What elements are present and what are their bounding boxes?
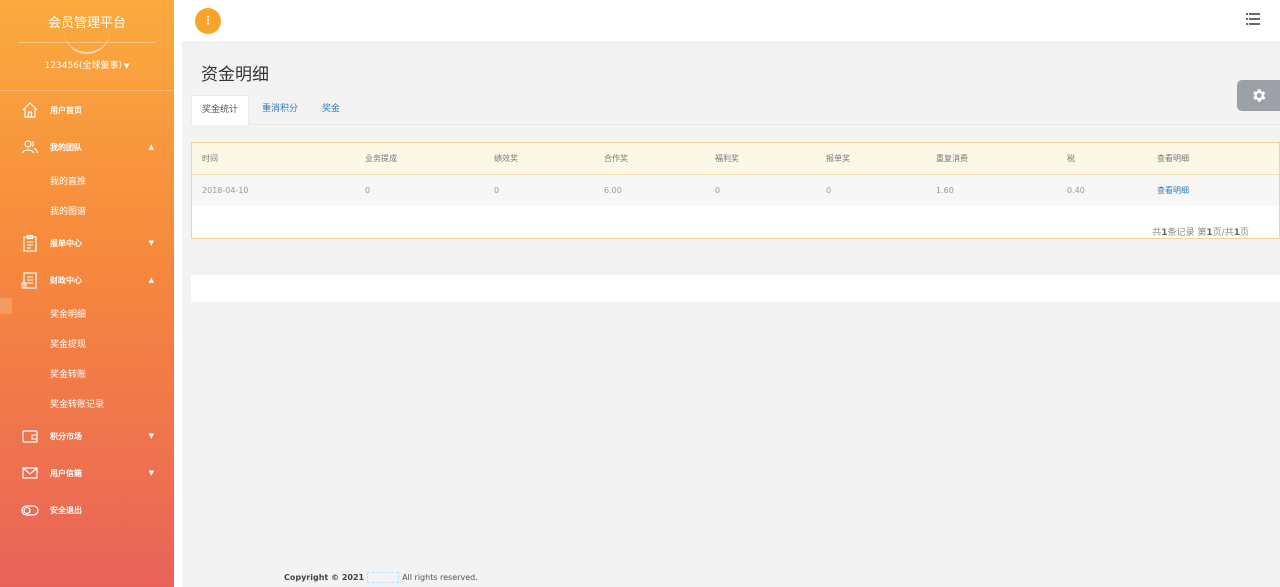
sidebar-item-label: 用户信箱	[50, 468, 82, 478]
divider	[18, 42, 156, 43]
list-icon[interactable]	[1246, 13, 1260, 25]
caret-down-icon: ▼	[124, 62, 130, 70]
menu-toggle-button[interactable]: ⋮	[195, 8, 221, 34]
sidebar-subitem-transfer-log[interactable]: 奖金转账记录	[50, 397, 104, 410]
gear-icon	[1253, 89, 1266, 102]
mail-icon	[22, 467, 38, 479]
sidebar-item-home[interactable]: 用户首页	[0, 97, 174, 123]
view-detail-link[interactable]: 查看明细	[1157, 175, 1189, 206]
tab-repeat-points[interactable]: 重消积分	[252, 95, 308, 123]
sidebar-item-points-market[interactable]: 积分市场 ▼	[0, 423, 174, 449]
top-navbar: ⋮	[182, 0, 1280, 43]
tab-bonus[interactable]: 奖金	[312, 95, 350, 123]
wallet-icon	[22, 430, 38, 443]
sidebar-item-logout[interactable]: 安全退出	[0, 497, 174, 523]
checkbox-icon	[0, 298, 12, 314]
user-name: 123456(全球董事)	[44, 61, 122, 71]
column-header: 绩效奖	[494, 154, 518, 163]
column-header: 业务提成	[365, 154, 397, 163]
table-cell: 0	[715, 186, 721, 195]
chevron-up-icon: ▲	[148, 143, 154, 151]
sidebar-item-label: 我的团队	[50, 142, 82, 152]
copyright-text: Copyright © 2021	[284, 573, 365, 582]
column-header: 查看明细	[1157, 154, 1189, 163]
chevron-down-icon: ▼	[148, 239, 154, 247]
page-title: 资金明细	[201, 65, 269, 85]
table-cell: 2018-04-10	[202, 186, 249, 195]
sidebar: 会员管理平台 123456(全球董事) ▼ 用户首页 我的团队 ▲ 我的直推 我的…	[0, 0, 174, 587]
table-cell: 6.00	[604, 186, 622, 195]
tab-bonus-stats[interactable]: 奖金统计	[191, 95, 250, 125]
sidebar-item-orders[interactable]: 报单中心 ▼	[0, 230, 174, 256]
sidebar-edge	[174, 0, 182, 587]
chevron-down-icon: ▼	[148, 469, 154, 477]
column-header: 时间	[202, 154, 218, 163]
table-cell: 1.60	[936, 186, 954, 195]
sidebar-item-label: 报单中心	[50, 238, 82, 248]
sidebar-item-label: 用户首页	[50, 105, 82, 115]
table-row: 2018-04-10 0 0 6.00 0 0 1.60 0.40 查看明细	[192, 175, 1279, 206]
footer: Copyright © 2021 All rights reserved.	[284, 572, 478, 583]
table-cell: 0	[365, 186, 371, 195]
tab-bar: 奖金统计 重消积分 奖金	[191, 95, 1280, 125]
column-header: 报单奖	[826, 154, 850, 163]
sidebar-item-team[interactable]: 我的团队 ▲	[0, 134, 174, 160]
column-header: 税	[1067, 154, 1075, 163]
sidebar-item-label: 积分市场	[50, 431, 82, 441]
clipboard-icon	[23, 234, 37, 252]
chevron-down-icon: ▼	[148, 432, 154, 440]
table-cell: 0	[826, 186, 832, 195]
settings-button[interactable]	[1237, 80, 1280, 111]
sidebar-item-mailbox[interactable]: 用户信箱 ▼	[0, 460, 174, 486]
rights-text: All rights reserved.	[402, 573, 478, 582]
chevron-up-icon: ▲	[148, 276, 154, 284]
toggle-icon	[21, 505, 39, 516]
home-icon	[22, 102, 38, 118]
sidebar-item-finance[interactable]: 财政中心 ▲	[0, 267, 174, 293]
table-header: 时间 业务提成 绩效奖 合作奖 福利奖 报单奖 重复消费 税 查看明细	[192, 143, 1279, 175]
users-icon	[21, 140, 39, 154]
pagination-info: 共1条记录 第1页/共1页	[1152, 228, 1249, 238]
sidebar-subitem-graph[interactable]: 我的图谱	[50, 204, 86, 217]
avatar[interactable]	[64, 18, 110, 54]
table-cell: 0.40	[1067, 186, 1085, 195]
company-link[interactable]	[367, 572, 400, 583]
ledger-icon	[21, 272, 37, 289]
sidebar-subitem-direct[interactable]: 我的直推	[50, 174, 86, 187]
sidebar-item-label: 安全退出	[50, 505, 82, 515]
table-cell: 0	[494, 186, 500, 195]
column-header: 福利奖	[715, 154, 739, 163]
empty-panel	[191, 275, 1280, 302]
bonus-table: 时间 业务提成 绩效奖 合作奖 福利奖 报单奖 重复消费 税 查看明细 2018…	[191, 142, 1280, 239]
divider	[0, 90, 174, 91]
sidebar-subitem-bonus-detail[interactable]: 奖金明细	[50, 307, 86, 320]
sidebar-subitem-bonus-withdraw[interactable]: 奖金提现	[50, 337, 86, 350]
sidebar-item-label: 财政中心	[50, 275, 82, 285]
sidebar-subitem-bonus-transfer[interactable]: 奖金转账	[50, 367, 86, 380]
column-header: 重复消费	[936, 154, 968, 163]
user-dropdown[interactable]: 123456(全球董事) ▼	[0, 58, 174, 71]
column-header: 合作奖	[604, 154, 628, 163]
